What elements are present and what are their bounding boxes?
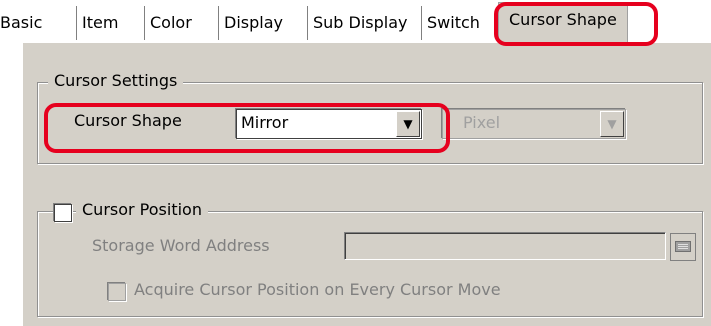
address-input-button: [670, 233, 696, 261]
acquire-cursor-position-checkbox: [108, 283, 126, 301]
cursor-position-checkbox[interactable]: [54, 204, 72, 222]
tab-switch[interactable]: Switch: [421, 6, 480, 40]
chevron-down-icon[interactable]: ▼: [396, 111, 420, 137]
cursor-unit-value: Pixel: [463, 113, 501, 132]
cursor-shape-label: Cursor Shape: [74, 111, 182, 130]
tab-color[interactable]: Color: [144, 6, 192, 40]
cursor-unit-select: Pixel ▼: [442, 109, 626, 139]
cursor-position-title: Cursor Position: [76, 200, 208, 219]
tab-sub-display[interactable]: Sub Display: [307, 6, 408, 40]
storage-word-address-field: [344, 232, 666, 260]
tab-basic[interactable]: Basic: [0, 6, 42, 40]
cursor-settings-title: Cursor Settings: [48, 71, 184, 90]
cursor-shape-select[interactable]: Mirror ▼: [236, 109, 422, 139]
tab-cursor-shape[interactable]: Cursor Shape: [498, 2, 628, 43]
tab-panel: Cursor Settings Cursor Shape Mirror ▼ Pi…: [22, 42, 711, 326]
address-input-icon: [675, 241, 691, 252]
acquire-cursor-position-label: Acquire Cursor Position on Every Cursor …: [134, 280, 501, 299]
tab-display[interactable]: Display: [218, 6, 283, 40]
tab-item[interactable]: Item: [76, 6, 118, 40]
chevron-down-icon: ▼: [600, 111, 624, 137]
cursor-settings-group: Cursor Settings Cursor Shape Mirror ▼ Pi…: [37, 71, 703, 164]
storage-word-address-label: Storage Word Address: [92, 236, 270, 255]
tab-strip: Basic Item Color Display Sub Display Swi…: [0, 0, 711, 44]
cursor-shape-value: Mirror: [241, 113, 289, 132]
cursor-position-group: Cursor Position Storage Word Address Acq…: [37, 200, 703, 317]
